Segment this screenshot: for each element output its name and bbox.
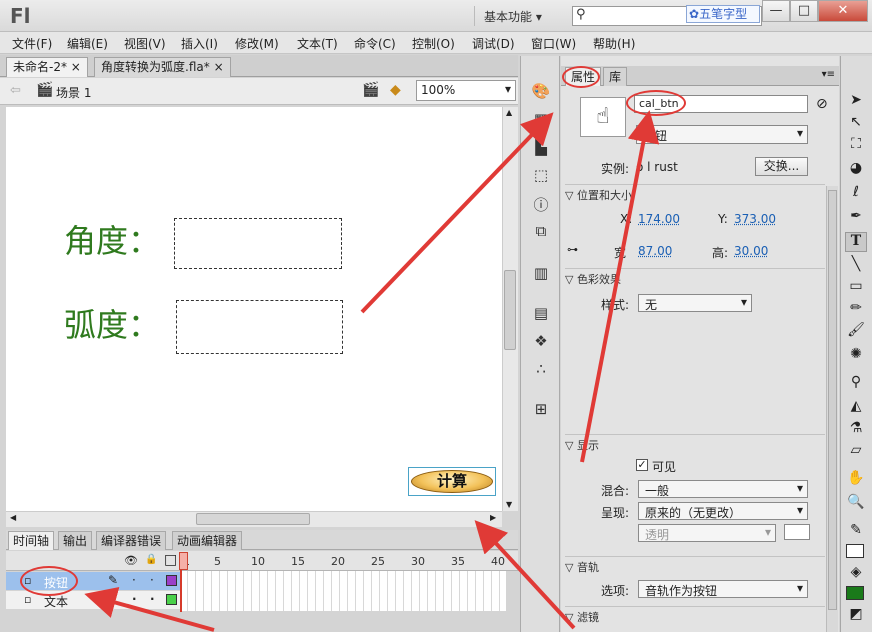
annotation-arrow — [84, 587, 215, 632]
annotation-arrow — [360, 112, 554, 314]
annotation-arrow — [474, 520, 576, 630]
annotation-arrow — [580, 110, 660, 463]
annotation-arrows — [84, 110, 660, 632]
